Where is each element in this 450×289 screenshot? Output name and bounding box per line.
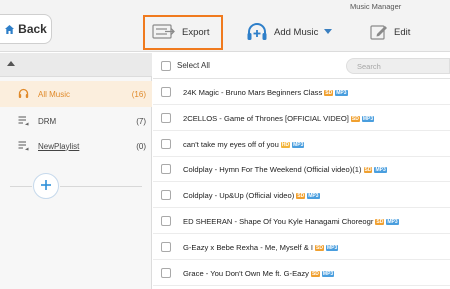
list-header: Select All xyxy=(153,53,450,79)
quality-badge: SD xyxy=(363,167,373,174)
table-row[interactable]: ED SHEERAN - Shape Of You Kyle Hanagami … xyxy=(153,209,450,234)
table-row[interactable]: Grace - You Don't Own Me ft. G-Eazy SD MP3 xyxy=(153,261,450,286)
playlist-icon xyxy=(18,140,29,153)
sidebar-item-newplaylist[interactable]: NewPlaylist (0) xyxy=(0,133,152,159)
headphones-icon xyxy=(18,88,29,101)
format-badge: MP3 xyxy=(307,193,320,200)
home-icon xyxy=(4,24,15,35)
track-title-text: can't take my eyes off of you xyxy=(183,139,279,149)
track-title-text: 24K Magic - Bruno Mars Beginners Class xyxy=(183,88,323,97)
sidebar-item-drm[interactable]: DRM (7) xyxy=(0,108,152,134)
select-all-checkbox[interactable] xyxy=(161,61,171,71)
table-row[interactable]: 24K Magic - Bruno Mars Beginners Class SD… xyxy=(153,80,450,105)
export-button[interactable]: Export xyxy=(143,15,223,50)
track-title: 24K Magic - Bruno Mars Beginners Class SD… xyxy=(183,88,348,97)
track-title-text: G-Eazy x Bebe Rexha - Me, Myself & I xyxy=(183,242,313,252)
toolbar: Music Manager Back Export Add Music Edit xyxy=(0,0,450,52)
track-checkbox[interactable] xyxy=(161,138,171,149)
playlist-icon xyxy=(18,115,29,128)
format-badge: MP3 xyxy=(361,115,375,122)
track-title-text: ED SHEERAN - Shape Of You Kyle Hanagami … xyxy=(183,217,374,226)
track-title: ED SHEERAN - Shape Of You Kyle Hanagami … xyxy=(183,217,399,226)
add-music-icon xyxy=(246,22,268,43)
chevron-down-icon[interactable] xyxy=(324,28,333,37)
search-box[interactable] xyxy=(346,58,450,74)
sidebar: All Music (16) DRM (7) NewPlaylist (0) xyxy=(0,53,152,289)
track-title: can't take my eyes off of you HD MP3 xyxy=(183,139,305,149)
add-music-button[interactable]: Add Music xyxy=(246,15,333,50)
track-title-text: 2CELLOS - Game of Thrones [OFFICIAL VIDE… xyxy=(183,113,349,123)
track-title: 2CELLOS - Game of Thrones [OFFICIAL VIDE… xyxy=(183,113,375,123)
table-row[interactable]: can't take my eyes off of you HD MP3 xyxy=(153,132,450,157)
export-label: Export xyxy=(182,27,210,38)
track-checkbox[interactable] xyxy=(161,267,171,278)
table-row[interactable]: Coldplay - Hymn For The Weekend (Officia… xyxy=(153,157,450,183)
table-row[interactable]: Coldplay - Up&Up (Official video) SD MP3 xyxy=(153,183,450,209)
format-badge: MP3 xyxy=(292,141,305,148)
collapse-caret-icon[interactable] xyxy=(7,61,15,66)
track-list: Select All 24K Magic - Bruno Mars Beginn… xyxy=(153,53,450,289)
quality-badge: SD xyxy=(324,90,334,96)
search-input[interactable] xyxy=(357,61,445,72)
edit-icon xyxy=(370,24,388,42)
quality-badge: SD xyxy=(375,219,385,225)
track-title-text: Coldplay - Hymn For The Weekend (Officia… xyxy=(183,165,362,175)
sidebar-item-count: (7) xyxy=(136,116,146,126)
back-button[interactable]: Back xyxy=(0,14,52,44)
track-checkbox[interactable] xyxy=(161,112,171,123)
sidebar-item-label: DRM xyxy=(38,116,57,126)
format-badge: MP3 xyxy=(386,219,399,225)
window-title: Music Manager xyxy=(350,2,402,11)
format-badge: MP3 xyxy=(335,90,348,96)
track-title-text: Grace - You Don't Own Me ft. G-Eazy xyxy=(183,268,309,278)
sidebar-item-label: All Music xyxy=(38,89,71,99)
sidebar-item-count: (16) xyxy=(131,89,146,99)
export-icon xyxy=(152,23,176,42)
add-music-label: Add Music xyxy=(274,27,319,38)
sidebar-item-all-music[interactable]: All Music (16) xyxy=(0,81,152,107)
track-checkbox[interactable] xyxy=(161,87,171,97)
track-title: Coldplay - Up&Up (Official video) SD MP3 xyxy=(183,191,320,200)
track-checkbox[interactable] xyxy=(161,190,171,201)
quality-badge: HD xyxy=(280,141,291,148)
track-checkbox[interactable] xyxy=(161,216,171,226)
sidebar-header[interactable] xyxy=(0,53,152,77)
track-title: G-Eazy x Bebe Rexha - Me, Myself & I SD MP… xyxy=(183,242,339,252)
track-title: Coldplay - Hymn For The Weekend (Officia… xyxy=(183,165,387,174)
back-label: Back xyxy=(18,22,47,36)
track-title-text: Coldplay - Up&Up (Official video) xyxy=(183,191,295,201)
divider xyxy=(60,186,142,187)
edit-button[interactable]: Edit xyxy=(370,15,410,50)
quality-badge: SD xyxy=(310,270,320,277)
add-playlist-button[interactable] xyxy=(33,173,59,199)
sidebar-item-label: NewPlaylist xyxy=(38,141,80,151)
track-checkbox[interactable] xyxy=(161,164,171,175)
plus-icon xyxy=(40,179,52,193)
quality-badge: SD xyxy=(296,193,306,200)
format-badge: MP3 xyxy=(374,167,387,174)
divider xyxy=(10,186,32,187)
table-row[interactable]: G-Eazy x Bebe Rexha - Me, Myself & I SD MP… xyxy=(153,235,450,260)
table-row[interactable]: 2CELLOS - Game of Thrones [OFFICIAL VIDE… xyxy=(153,106,450,131)
track-checkbox[interactable] xyxy=(161,241,171,252)
format-badge: MP3 xyxy=(325,244,339,251)
quality-badge: SD xyxy=(350,115,360,122)
quality-badge: SD xyxy=(314,244,324,251)
track-title: Grace - You Don't Own Me ft. G-Eazy SD MP3 xyxy=(183,268,335,278)
format-badge: MP3 xyxy=(321,270,335,277)
select-all-label[interactable]: Select All xyxy=(177,61,210,70)
edit-label: Edit xyxy=(394,27,411,38)
sidebar-item-count: (0) xyxy=(136,141,146,151)
